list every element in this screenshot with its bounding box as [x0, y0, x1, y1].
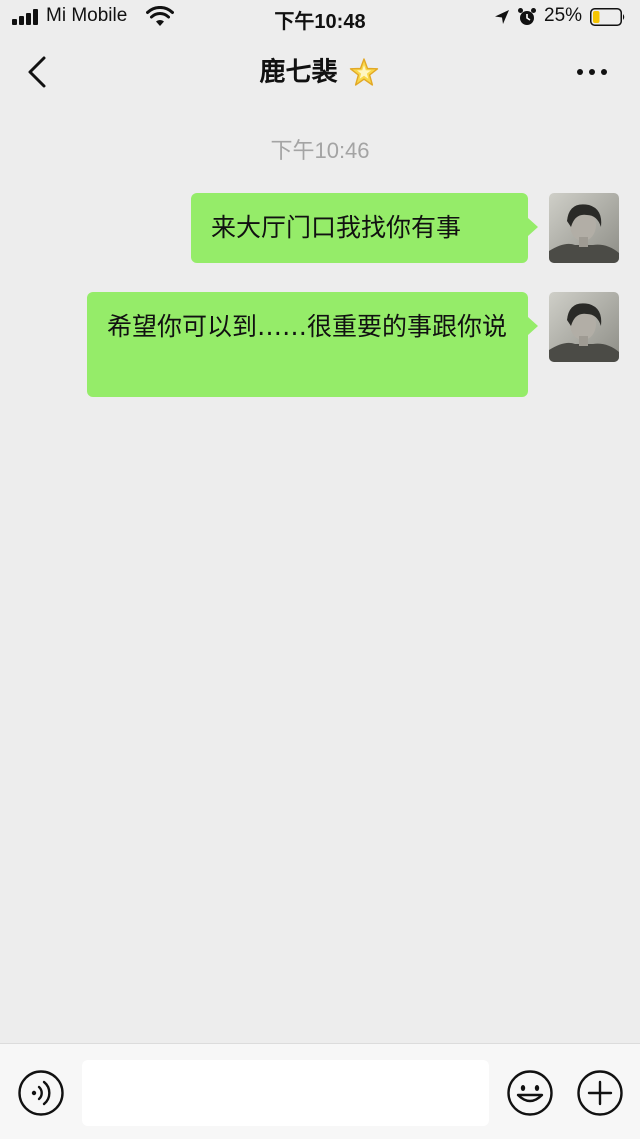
more-button[interactable]: [570, 58, 614, 86]
contact-name: 鹿七裴: [259, 57, 338, 88]
message-bubble[interactable]: 来大厅门口我找你有事: [191, 193, 538, 263]
status-bar: Mi Mobile 下午10:48 25%: [0, 0, 640, 36]
battery-icon: [590, 8, 625, 26]
battery-percent: 25%: [544, 5, 583, 26]
plus-icon: [577, 1070, 623, 1116]
input-bar: [0, 1043, 640, 1139]
message-timestamp: 下午10:46: [270, 138, 370, 163]
avatar[interactable]: [549, 292, 619, 362]
avatar[interactable]: [549, 193, 619, 263]
voice-button[interactable]: [17, 1069, 65, 1117]
star-icon: [349, 57, 378, 86]
voice-icon: [18, 1070, 64, 1116]
alarm-icon: [518, 8, 536, 25]
more-dots-icon: [577, 69, 607, 75]
message-input[interactable]: [82, 1060, 489, 1126]
nav-bar: 鹿七裴: [0, 36, 640, 110]
location-icon: [495, 10, 509, 24]
message-bubble[interactable]: 希望你可以到……很重要的事跟你说: [87, 292, 538, 397]
emoji-button[interactable]: [506, 1069, 554, 1117]
emoji-icon: [507, 1070, 553, 1116]
more-functions-button[interactable]: [576, 1069, 624, 1117]
chat-title: 鹿七裴: [0, 55, 640, 90]
